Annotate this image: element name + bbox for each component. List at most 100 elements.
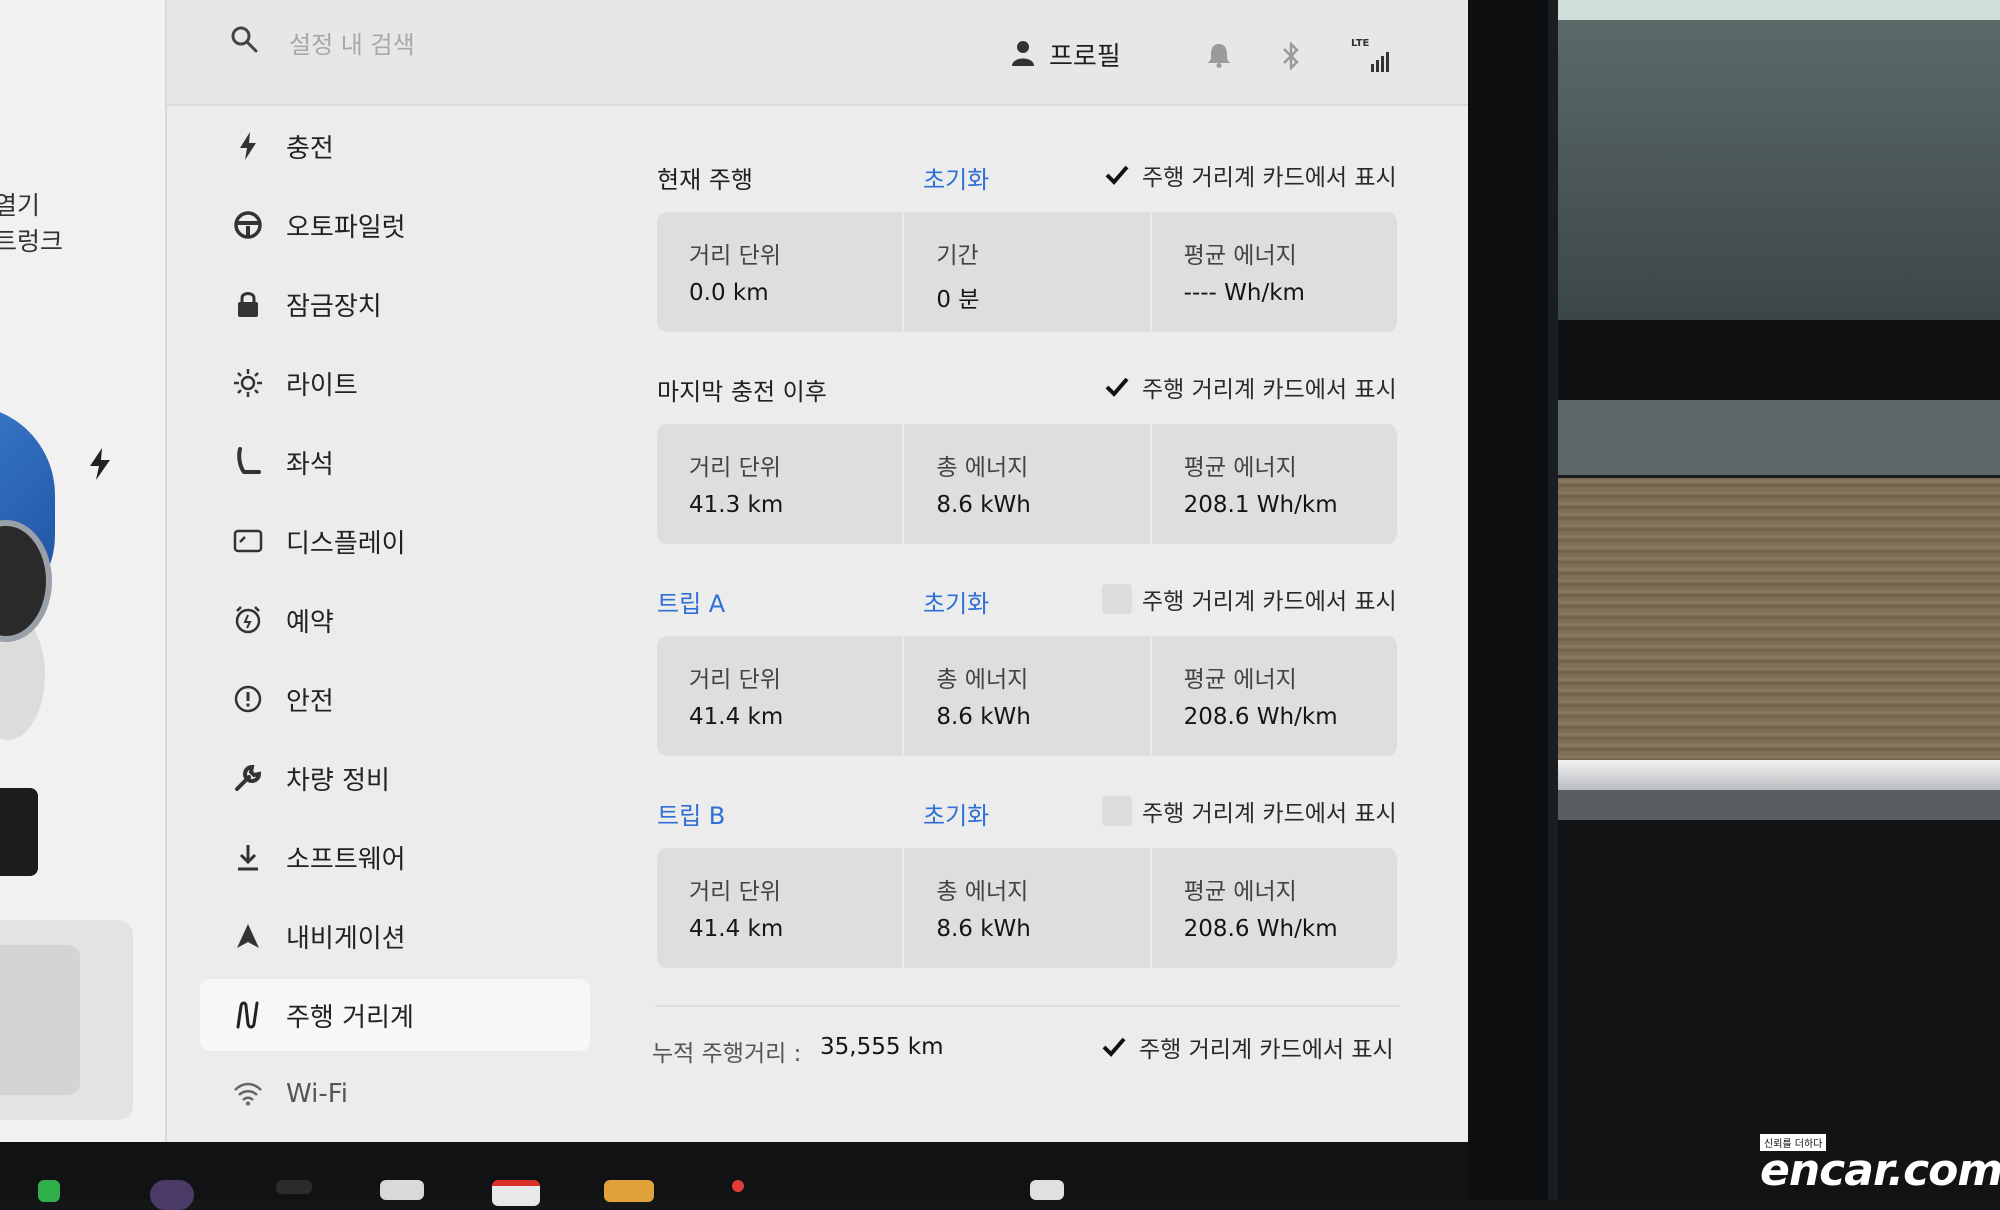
stat-value: 8.6 kWh (936, 916, 1031, 942)
checkbox[interactable] (1099, 1032, 1129, 1062)
checkbox-label: 주행 거리계 카드에서 표시 (1142, 377, 1397, 403)
checkbox-label: 주행 거리계 카드에서 표시 (1139, 1037, 1394, 1063)
dock-app-icon[interactable] (604, 1180, 654, 1202)
checkbox-label: 주행 거리계 카드에서 표시 (1142, 165, 1397, 191)
sidebar-item-navigation[interactable]: 내비게이션 (200, 900, 590, 972)
encar-watermark: 신뢰를 더하다 encar.com (1760, 1132, 2000, 1196)
sidebar-item-wifi[interactable]: Wi-Fi (200, 1058, 590, 1130)
stat-value: 8.6 kWh (936, 704, 1031, 730)
sidebar-item-label: 주행 거리계 (286, 1002, 414, 1033)
panel-divider (165, 0, 167, 1142)
sidebar-item-service[interactable]: 차량 정비 (200, 742, 590, 814)
settings-header: 프로필 LTE (167, 0, 1468, 106)
stat-value: ---- Wh/km (1183, 280, 1305, 306)
trip-section-b: 트립 B 초기화 주행 거리계 카드에서 표시 거리 단위 41.4 km 총 에… (655, 786, 1405, 998)
volume-icon[interactable] (1030, 1180, 1064, 1200)
wrench-icon (232, 762, 264, 794)
show-on-card-toggle[interactable]: 주행 거리계 카드에서 표시 (1102, 158, 1397, 192)
interior-dash-upper (1558, 20, 2000, 320)
stat-cell: 총 에너지 8.6 kWh (904, 636, 1152, 756)
stat-cell: 거리 단위 41.3 km (657, 424, 905, 544)
sidebar-item-schedule[interactable]: 예약 (200, 584, 590, 656)
bottom-dock (0, 1142, 1530, 1200)
checkbox[interactable] (1102, 160, 1132, 190)
open-frunk-label[interactable]: 열기 (0, 188, 63, 224)
dock-app-icon[interactable] (276, 1180, 312, 1194)
reset-button[interactable]: 초기화 (923, 160, 989, 195)
sidebar-item-display[interactable]: 디스플레이 (200, 505, 590, 577)
show-on-card-toggle[interactable]: 주행 거리계 카드에서 표시 (1099, 1030, 1394, 1064)
clock-icon (232, 604, 264, 636)
trunk-label[interactable]: 트렁크 (0, 224, 63, 260)
checkbox[interactable] (1102, 584, 1132, 614)
stat-label: 평균 에너지 (1183, 243, 1297, 269)
dock-app-icon[interactable] (150, 1180, 194, 1210)
seat-icon (232, 446, 264, 478)
trip-section-a: 트립 A 초기화 주행 거리계 카드에서 표시 거리 단위 41.4 km 총 에… (655, 574, 1405, 786)
odometer-icon (232, 999, 264, 1031)
trip-stats-card: 거리 단위 41.4 km 총 에너지 8.6 kWh 평균 에너지 208.6 Wh… (657, 636, 1397, 756)
reset-button[interactable]: 초기화 (923, 796, 989, 831)
section-header: 트립 A 초기화 주행 거리계 카드에서 표시 (655, 574, 1405, 634)
display-icon (232, 525, 264, 557)
show-on-card-toggle[interactable]: 주행 거리계 카드에서 표시 (1102, 582, 1397, 616)
odometer-content: 현재 주행 초기화 주행 거리계 카드에서 표시 거리 단위 0.0 km 기간 0… (655, 150, 1405, 998)
checkbox-label: 주행 거리계 카드에서 표시 (1142, 589, 1397, 615)
sidebar-item-safety[interactable]: 안전 (200, 663, 590, 735)
interior-lower-trim (1558, 790, 2000, 820)
stat-value: 208.6 Wh/km (1183, 916, 1338, 942)
stat-value: 41.4 km (689, 704, 784, 730)
sidebar-item-label: 잠금장치 (286, 291, 382, 322)
interior-dash-gap (1558, 320, 2000, 400)
profile-button[interactable]: 프로필 (1011, 36, 1121, 73)
sidebar-item-label: Wi-Fi (286, 1079, 349, 1109)
stat-label: 총 에너지 (936, 879, 1029, 905)
checkbox[interactable] (1102, 796, 1132, 826)
checkbox[interactable] (1102, 372, 1132, 402)
stat-cell: 총 에너지 8.6 kWh (904, 424, 1152, 544)
section-header: 트립 B 초기화 주행 거리계 카드에서 표시 (655, 786, 1405, 846)
settings-search-input[interactable] (287, 24, 651, 66)
watermark-brand: encar.com (1760, 1145, 2000, 1196)
stat-cell: 거리 단위 0.0 km (657, 212, 905, 332)
sidebar-item-autopilot[interactable]: 오토파일럿 (200, 189, 590, 261)
sidebar-item-odometer[interactable]: 주행 거리계 (200, 979, 590, 1051)
stat-label: 평균 에너지 (1183, 879, 1297, 905)
show-on-card-toggle[interactable]: 주행 거리계 카드에서 표시 (1102, 370, 1397, 404)
stat-value: 41.4 km (689, 916, 784, 942)
dock-app-icon[interactable] (38, 1180, 60, 1202)
sidebar-item-lights[interactable]: 라이트 (200, 347, 590, 419)
sidebar-item-locks[interactable]: 잠금장치 (200, 268, 590, 340)
interior-window (1558, 0, 2000, 20)
trip-stats-card: 거리 단위 41.3 km 총 에너지 8.6 kWh 평균 에너지 208.1 Wh… (657, 424, 1397, 544)
calendar-icon[interactable] (492, 1180, 540, 1206)
download-icon (232, 841, 264, 873)
interior-dash-vent (1558, 400, 2000, 475)
vehicle-control-button[interactable] (0, 788, 38, 876)
checkmark-icon (1102, 1037, 1126, 1057)
dock-app-icon[interactable] (380, 1180, 424, 1200)
stat-value: 41.3 km (689, 492, 784, 518)
stat-value: 208.6 Wh/km (1183, 704, 1338, 730)
touchscreen: 열기 트렁크 프로필 LTE (0, 0, 1468, 1142)
show-on-card-toggle[interactable]: 주행 거리계 카드에서 표시 (1102, 794, 1397, 828)
charging-bolt-icon[interactable] (88, 448, 112, 488)
checkmark-icon (1105, 165, 1129, 185)
sidebar-item-label: 충전 (286, 133, 334, 164)
wifi-icon (232, 1078, 264, 1110)
sidebar-item-charging[interactable]: 충전 (200, 110, 590, 182)
checkmark-icon (1105, 377, 1129, 397)
trip-stats-card: 거리 단위 0.0 km 기간 0 분 평균 에너지 ---- Wh/km (657, 212, 1397, 332)
reset-button[interactable]: 초기화 (923, 584, 989, 619)
stat-cell: 총 에너지 8.6 kWh (904, 848, 1152, 968)
dock-app-icon[interactable] (732, 1180, 744, 1192)
bluetooth-icon[interactable] (1281, 40, 1301, 74)
sidebar-item-software[interactable]: 소프트웨어 (200, 821, 590, 893)
bolt-icon (232, 130, 264, 162)
sidebar-item-seats[interactable]: 좌석 (200, 426, 590, 498)
warning-icon (232, 683, 264, 715)
stat-cell: 거리 단위 41.4 km (657, 636, 905, 756)
bell-icon[interactable] (1207, 42, 1231, 72)
lock-icon (232, 288, 264, 320)
trip-section-current: 현재 주행 초기화 주행 거리계 카드에서 표시 거리 단위 0.0 km 기간 0… (655, 150, 1405, 362)
